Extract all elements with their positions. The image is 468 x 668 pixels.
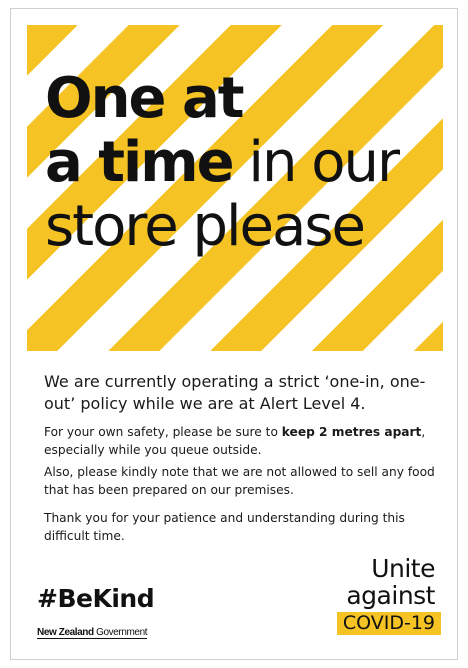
nz-government-logo: New Zealand Government xyxy=(37,627,148,639)
headline-line-2: a time in our xyxy=(45,130,400,195)
headline-line-3: store please xyxy=(45,194,366,259)
safety-text-bold: keep 2 metres apart xyxy=(281,425,422,439)
food-notice-paragraph: Also, please kindly note that we are not… xyxy=(44,465,435,497)
safety-paragraph: For your own safety, please be sure to k… xyxy=(44,424,449,459)
bekind-hashtag: #BeKind xyxy=(37,584,155,613)
against-line: against xyxy=(346,581,435,610)
unite-against-covid-logo: Unite against COVID-19 xyxy=(321,555,441,635)
unite-line: Unite xyxy=(371,554,435,583)
nz-government-logo-part1: New Zealand xyxy=(37,627,94,638)
headline-line-2-bold: a time xyxy=(45,130,235,195)
thanks-paragraph: Thank you for your patience and understa… xyxy=(44,511,405,543)
covid-19-badge: COVID-19 xyxy=(336,612,441,635)
headline-line-1: One at xyxy=(45,66,245,131)
safety-text-start: For your own safety, please be sure to xyxy=(44,425,282,439)
poster: One at a time in our store please We are… xyxy=(10,8,458,660)
headline-line-2-rest: in our xyxy=(232,130,400,195)
lead-paragraph: We are currently operating a strict ‘one… xyxy=(44,372,426,413)
nz-government-logo-part2: Government xyxy=(93,627,148,638)
headline: One at a time in our store please xyxy=(45,66,400,259)
